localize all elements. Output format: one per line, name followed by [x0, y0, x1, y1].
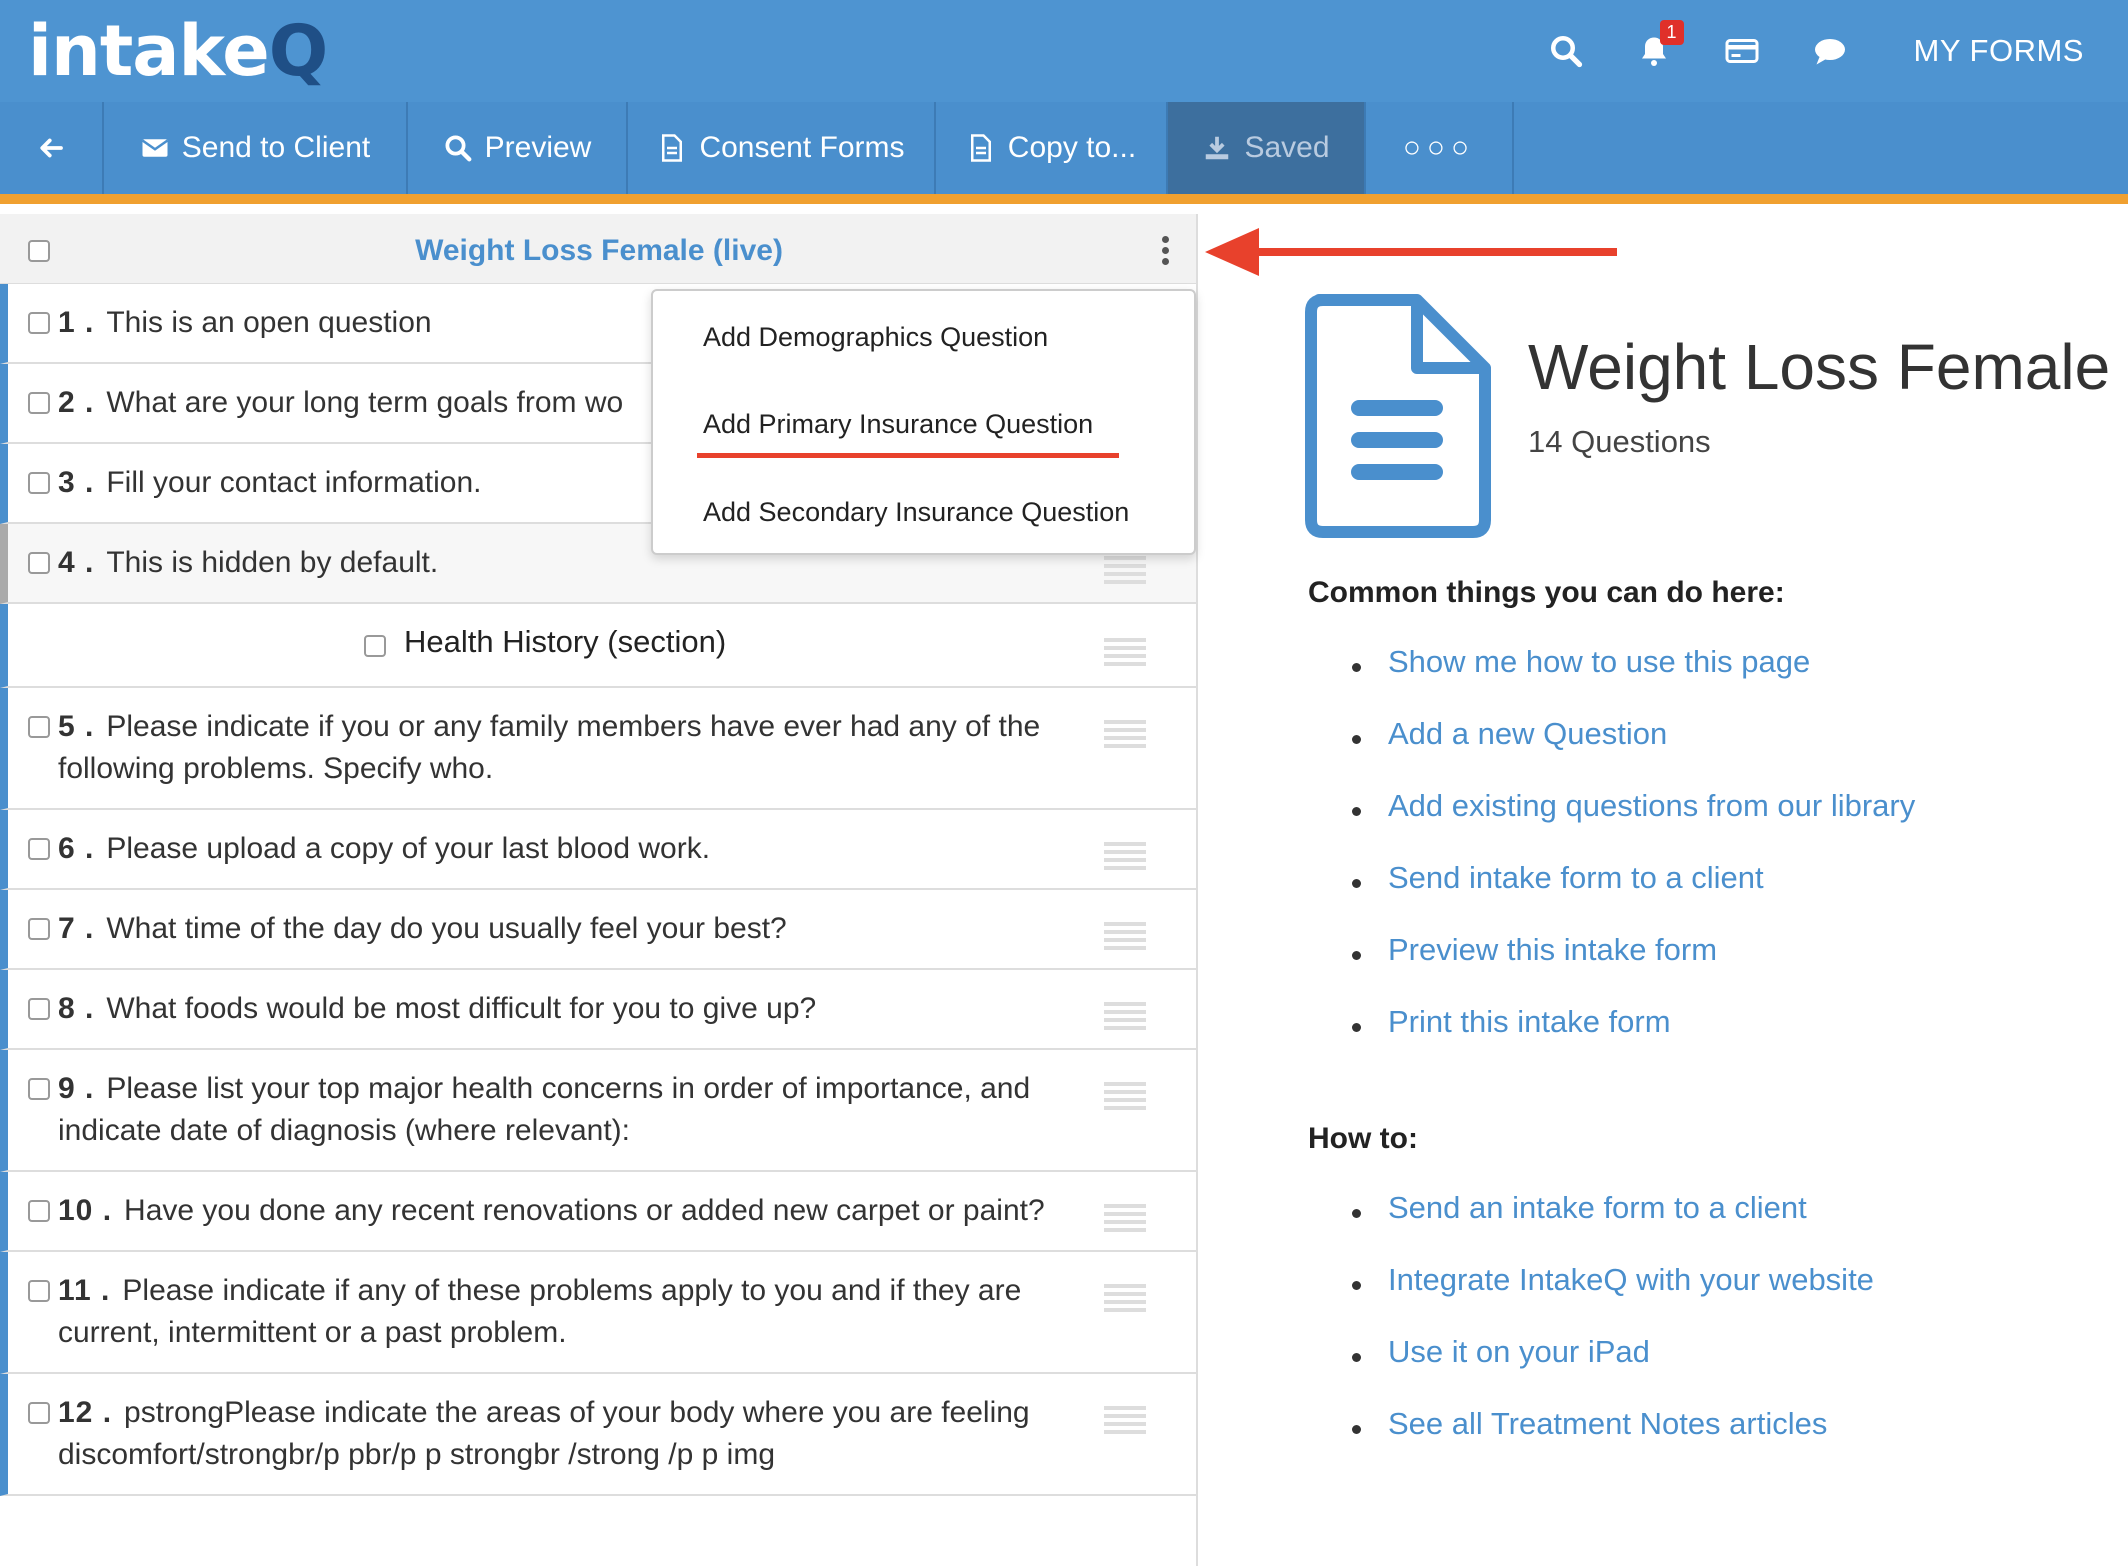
add-question-dropdown: Add Demographics Question Add Primary In… [651, 289, 1196, 555]
chat-icon[interactable] [1786, 0, 1874, 102]
question-checkbox[interactable] [28, 552, 50, 574]
help-link[interactable]: Preview this intake form [1352, 932, 1915, 1004]
document-icon [1305, 294, 1491, 538]
how-to-link[interactable]: Use it on your iPad [1352, 1334, 1874, 1406]
help-link[interactable]: Add existing questions from our library [1352, 788, 1915, 860]
help-link[interactable]: Send intake form to a client [1352, 860, 1915, 932]
common-things-list: Show me how to use this page Add a new Q… [1352, 644, 1915, 1076]
section-row[interactable]: Health History (section) [0, 604, 1196, 688]
section-checkbox[interactable] [364, 635, 386, 657]
drag-handle-icon[interactable] [1104, 1082, 1146, 1114]
back-button[interactable] [0, 102, 104, 194]
question-checkbox[interactable] [28, 1402, 50, 1424]
drag-handle-icon[interactable] [1104, 1204, 1146, 1236]
question-checkbox[interactable] [28, 838, 50, 860]
how-to-link[interactable]: Send an intake form to a client [1352, 1190, 1874, 1262]
question-row[interactable]: 10 . Have you done any recent renovations… [0, 1172, 1196, 1252]
how-to-link[interactable]: See all Treatment Notes articles [1352, 1406, 1874, 1478]
copy-to-button[interactable]: Copy to... [936, 102, 1168, 194]
arrow-left-icon [40, 138, 63, 158]
document-icon [662, 134, 683, 162]
document-icon [970, 134, 991, 162]
form-toolbar: Send to Client Preview Consent Forms Cop… [0, 102, 2128, 204]
question-checkbox[interactable] [28, 716, 50, 738]
question-row[interactable]: 9 . Please list your top major health con… [0, 1050, 1196, 1172]
annotation-underline [697, 453, 1119, 458]
question-checkbox[interactable] [28, 1280, 50, 1302]
notifications-bell-icon[interactable]: 1 [1610, 0, 1698, 102]
question-checkbox[interactable] [28, 472, 50, 494]
my-forms-link[interactable]: MY FORMS [1914, 33, 2085, 69]
drag-handle-icon[interactable] [1104, 638, 1146, 670]
top-navbar: intakeQ 1 MY FORMS [0, 0, 2128, 102]
question-row[interactable]: 7 . What time of the day do you usually f… [0, 890, 1196, 970]
kebab-menu-icon[interactable] [1160, 236, 1170, 266]
envelope-icon [141, 139, 168, 157]
help-link[interactable]: Show me how to use this page [1352, 644, 1915, 716]
intakeq-logo[interactable]: intakeQ [28, 10, 328, 92]
question-checkbox[interactable] [28, 1078, 50, 1100]
add-primary-insurance-question-item[interactable]: Add Primary Insurance Question [703, 409, 1093, 440]
drag-handle-icon[interactable] [1104, 556, 1146, 588]
help-link[interactable]: Add a new Question [1352, 716, 1915, 788]
drag-handle-icon[interactable] [1104, 1284, 1146, 1316]
send-to-client-button[interactable]: Send to Client [104, 102, 408, 194]
add-demographics-question-item[interactable]: Add Demographics Question [703, 322, 1048, 353]
form-header: Weight Loss Female (live) [0, 214, 1196, 284]
drag-handle-icon[interactable] [1104, 1002, 1146, 1034]
question-checkbox[interactable] [28, 1200, 50, 1222]
magnifier-icon [445, 135, 472, 162]
question-checkbox[interactable] [28, 998, 50, 1020]
question-row[interactable]: 12 . pstrongPlease indicate the areas of … [0, 1374, 1196, 1496]
common-things-heading: Common things you can do here: [1308, 576, 1785, 609]
more-options-button[interactable]: ○○○ [1366, 102, 1514, 194]
drag-handle-icon[interactable] [1104, 842, 1146, 874]
question-row[interactable]: 11 . Please indicate if any of these prob… [0, 1252, 1196, 1374]
notification-badge: 1 [1659, 20, 1684, 45]
form-title[interactable]: Weight Loss Female (live) [0, 234, 1196, 268]
credit-card-icon[interactable] [1698, 0, 1786, 102]
add-secondary-insurance-question-item[interactable]: Add Secondary Insurance Question [703, 497, 1129, 528]
how-to-heading: How to: [1308, 1122, 1418, 1155]
search-icon[interactable] [1522, 0, 1610, 102]
help-link[interactable]: Print this intake form [1352, 1004, 1915, 1076]
question-row[interactable]: 5 . Please indicate if you or any family … [0, 688, 1196, 810]
top-icons: 1 MY FORMS [1522, 0, 2085, 102]
download-icon [1206, 136, 1229, 160]
annotation-arrow [1205, 228, 1617, 276]
drag-handle-icon[interactable] [1104, 1406, 1146, 1438]
question-row[interactable]: 6 . Please upload a copy of your last blo… [0, 810, 1196, 890]
form-heading: Weight Loss Female (l [1528, 331, 2128, 403]
question-checkbox[interactable] [28, 392, 50, 414]
how-to-list: Send an intake form to a client Integrat… [1352, 1190, 1874, 1478]
question-checkbox[interactable] [28, 312, 50, 334]
drag-handle-icon[interactable] [1104, 720, 1146, 752]
question-checkbox[interactable] [28, 918, 50, 940]
drag-handle-icon[interactable] [1104, 922, 1146, 954]
question-row[interactable]: 8 . What foods would be most difficult fo… [0, 970, 1196, 1050]
question-count: 14 Questions [1528, 424, 1711, 459]
consent-forms-button[interactable]: Consent Forms [628, 102, 936, 194]
saved-button[interactable]: Saved [1168, 102, 1366, 194]
preview-button[interactable]: Preview [408, 102, 628, 194]
section-label: Health History (section) [404, 624, 727, 659]
how-to-link[interactable]: Integrate IntakeQ with your website [1352, 1262, 1874, 1334]
